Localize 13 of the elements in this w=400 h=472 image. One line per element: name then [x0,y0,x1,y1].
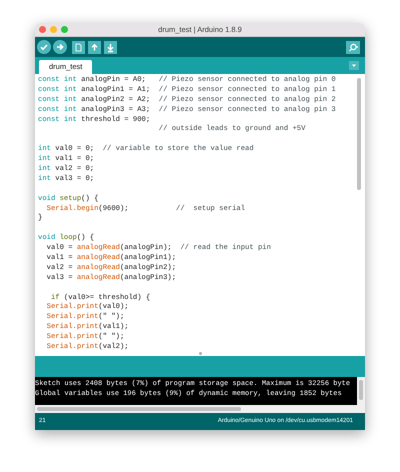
tab-menu-dropdown-icon[interactable] [349,61,359,70]
serial-monitor-search-icon[interactable] [346,40,360,54]
open-arrow-icon[interactable] [88,40,101,54]
horizontal-scrollbar-thumb[interactable] [37,407,241,411]
save-arrow-icon[interactable] [104,40,117,54]
new-document-icon[interactable] [72,40,85,54]
verify-check-icon[interactable] [37,40,51,54]
console-scrollbar-thumb[interactable] [359,380,363,400]
zoom-button[interactable] [61,26,68,33]
splitter-grip-icon[interactable] [198,352,202,355]
close-button[interactable] [39,26,46,33]
scrollbar-thumb[interactable] [357,78,361,190]
minimize-button[interactable] [50,26,57,33]
